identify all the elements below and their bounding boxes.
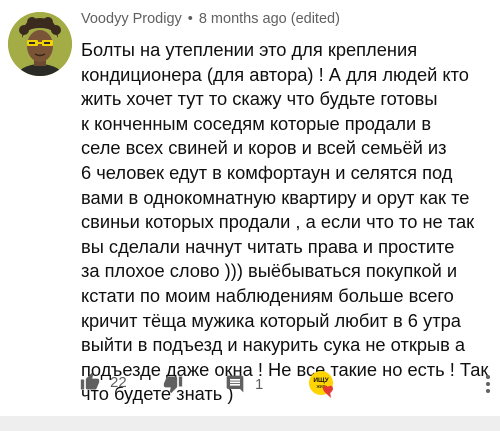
meta-separator: • bbox=[187, 11, 193, 27]
thumbs-up-icon bbox=[80, 372, 100, 390]
creator-heart-badge: ИЩУ жил bbox=[308, 370, 338, 400]
more-vertical-icon bbox=[486, 375, 490, 393]
author-name[interactable]: Voodyy Prodigy bbox=[81, 11, 182, 27]
bottom-divider bbox=[0, 416, 500, 431]
comment-icon bbox=[226, 375, 244, 393]
avatar[interactable] bbox=[8, 12, 72, 76]
comment-actions: 22 1 ИЩУ жил bbox=[0, 368, 500, 402]
comment-meta: Voodyy Prodigy • 8 months ago (edited) bbox=[81, 11, 340, 27]
comment-text: Болты на утеплении это для крепления кон… bbox=[81, 39, 489, 405]
like-count: 22 bbox=[110, 373, 127, 391]
reply-count: 1 bbox=[255, 375, 264, 393]
channel-badge-icon: ИЩУ жил bbox=[309, 371, 333, 398]
like-button[interactable]: 22 bbox=[80, 372, 127, 392]
dislike-button[interactable] bbox=[163, 374, 183, 394]
avatar-image bbox=[8, 12, 72, 76]
thumbs-down-icon bbox=[163, 376, 183, 394]
comment-timestamp[interactable]: 8 months ago (edited) bbox=[199, 11, 340, 27]
more-options-button[interactable] bbox=[484, 374, 492, 394]
svg-text:ИЩУ: ИЩУ bbox=[313, 377, 329, 384]
reply-button[interactable]: 1 bbox=[225, 374, 263, 394]
comment-thread: Voodyy Prodigy • 8 months ago (edited) Бол… bbox=[0, 0, 500, 431]
